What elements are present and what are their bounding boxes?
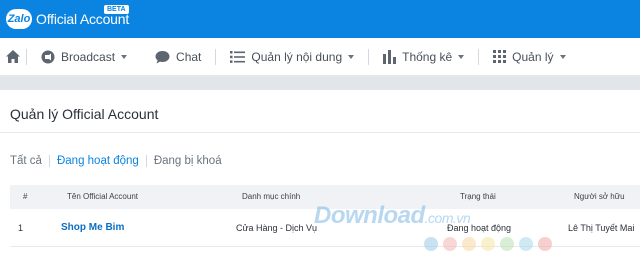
watermark-dot — [424, 237, 438, 251]
home-button[interactable] — [0, 38, 26, 76]
column-header-name: Tên Official Account — [67, 192, 138, 201]
tab-active[interactable]: Đang hoạt động — [57, 155, 139, 167]
row-category: Cửa Hàng - Dịch Vụ — [236, 223, 318, 233]
logo-text: Zalo — [7, 13, 31, 25]
row-index: 1 — [18, 223, 24, 233]
tab-divider — [48, 155, 50, 167]
sub-header-strip — [0, 76, 640, 90]
divider — [0, 132, 640, 133]
beta-badge: BETA — [104, 5, 129, 14]
watermark-dots — [424, 237, 557, 251]
nav-management-label: Quản lý — [512, 49, 554, 64]
row-owner: Lê Thị Tuyết Mai — [568, 223, 635, 233]
main-nav: Broadcast Chat Quản lý nội dung Thống kê… — [0, 38, 640, 76]
chevron-down-icon — [121, 54, 128, 59]
watermark-text: Download — [314, 202, 425, 229]
watermark-dot — [519, 237, 533, 251]
broadcast-icon — [41, 50, 55, 63]
bar-chart-icon — [383, 49, 397, 64]
list-icon — [230, 50, 246, 63]
page-title: Quản lý Official Account — [10, 106, 159, 122]
nav-broadcast-label: Broadcast — [61, 49, 116, 64]
nav-statistics-label: Thống kê — [402, 49, 453, 64]
chevron-down-icon — [559, 54, 566, 59]
nav-content-label: Quản lý nội dung — [251, 49, 343, 64]
nav-statistics[interactable]: Thống kê — [369, 38, 478, 76]
tab-divider — [145, 155, 147, 167]
column-header-owner: Người sở hữu — [574, 192, 625, 201]
column-header-category: Danh mục chính — [242, 192, 301, 201]
nav-chat[interactable]: Chat — [141, 38, 215, 76]
watermark-dot — [462, 237, 476, 251]
tab-all[interactable]: Tất cả — [10, 155, 42, 167]
zalo-logo[interactable]: Zalo — [6, 9, 32, 29]
nav-chat-label: Chat — [176, 49, 202, 64]
tab-locked[interactable]: Đang bị khoá — [154, 155, 222, 167]
column-header-index: # — [23, 192, 28, 201]
watermark-dot — [481, 237, 495, 251]
chevron-down-icon — [458, 54, 465, 59]
chevron-down-icon — [348, 54, 355, 59]
chat-bubble-icon — [155, 50, 170, 63]
home-icon — [6, 50, 20, 63]
account-name-link[interactable]: Shop Me Bim — [61, 212, 124, 244]
nav-broadcast[interactable]: Broadcast — [27, 38, 141, 76]
watermark: Download.com.vn — [314, 202, 471, 230]
watermark-dot — [538, 237, 552, 251]
watermark-dot — [443, 237, 457, 251]
grid-icon — [493, 50, 507, 63]
watermark-suffix: .com.vn — [424, 210, 471, 226]
watermark-dot — [500, 237, 514, 251]
top-header: Zalo Official Account BETA — [0, 0, 640, 38]
status-tabs: Tất cả Đang hoạt động Đang bị khoá — [10, 155, 222, 167]
nav-management[interactable]: Quản lý — [479, 38, 579, 76]
nav-content-management[interactable]: Quản lý nội dung — [216, 38, 368, 76]
